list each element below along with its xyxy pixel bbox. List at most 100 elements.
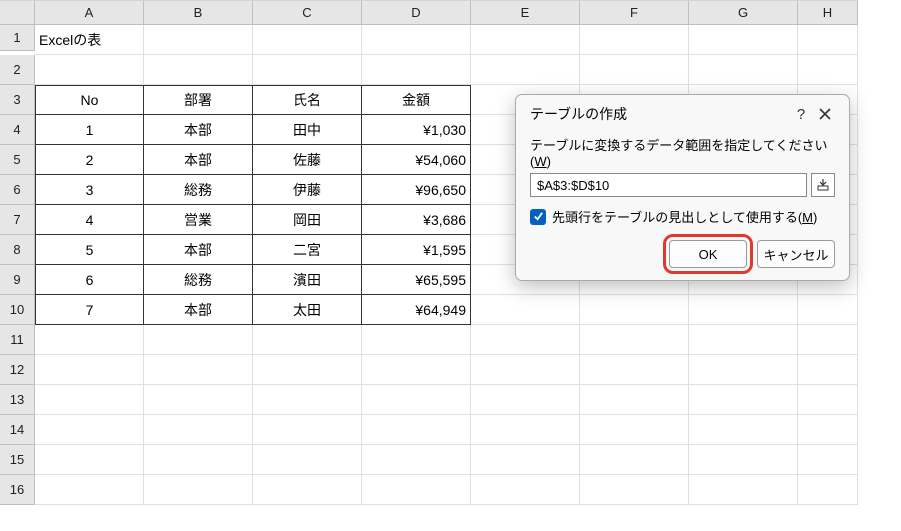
cell-C9[interactable]: 濱田 [253,265,362,295]
cell-C15[interactable] [253,445,362,475]
cell-G14[interactable] [689,415,798,445]
cell-C2[interactable] [253,55,362,85]
cell-B5[interactable]: 本部 [144,145,253,175]
cell-C5[interactable]: 佐藤 [253,145,362,175]
cell-C13[interactable] [253,385,362,415]
cell-C12[interactable] [253,355,362,385]
col-header-A[interactable]: A [35,1,144,25]
cell-B12[interactable] [144,355,253,385]
row-header-4[interactable]: 4 [0,115,35,145]
cell-F11[interactable] [580,325,689,355]
cell-F10[interactable] [580,295,689,325]
row-header-5[interactable]: 5 [0,145,35,175]
cell-C10[interactable]: 太田 [253,295,362,325]
range-input[interactable] [530,173,807,197]
row-header-9[interactable]: 9 [0,265,35,295]
cell-E11[interactable] [471,325,580,355]
cell-D14[interactable] [362,415,471,445]
cell-D5[interactable]: ¥54,060 [362,145,471,175]
row-header-14[interactable]: 14 [0,415,35,445]
cell-D3[interactable]: 金額 [362,85,471,115]
help-button[interactable]: ? [789,103,813,125]
cell-E15[interactable] [471,445,580,475]
cell-H12[interactable] [798,355,858,385]
col-header-E[interactable]: E [471,1,580,25]
select-all-corner[interactable] [0,1,35,25]
cell-A6[interactable]: 3 [35,175,144,205]
cell-G10[interactable] [689,295,798,325]
cell-F12[interactable] [580,355,689,385]
cell-A15[interactable] [35,445,144,475]
cell-A11[interactable] [35,325,144,355]
cell-D12[interactable] [362,355,471,385]
cell-D8[interactable]: ¥1,595 [362,235,471,265]
cell-A2[interactable] [35,55,144,85]
cell-D16[interactable] [362,475,471,505]
cell-C7[interactable]: 岡田 [253,205,362,235]
cell-B7[interactable]: 営業 [144,205,253,235]
cell-D10[interactable]: ¥64,949 [362,295,471,325]
cell-F15[interactable] [580,445,689,475]
row-header-10[interactable]: 10 [0,295,35,325]
cell-D7[interactable]: ¥3,686 [362,205,471,235]
cell-A14[interactable] [35,415,144,445]
cell-C8[interactable]: 二宮 [253,235,362,265]
cell-C3[interactable]: 氏名 [253,85,362,115]
cell-D15[interactable] [362,445,471,475]
cell-F14[interactable] [580,415,689,445]
cell-H1[interactable] [798,25,858,55]
cell-D4[interactable]: ¥1,030 [362,115,471,145]
cell-C1[interactable] [253,25,362,55]
row-header-13[interactable]: 13 [0,385,35,415]
header-checkbox[interactable] [530,209,546,225]
ok-button[interactable]: OK [669,240,747,268]
cell-E13[interactable] [471,385,580,415]
close-button[interactable] [813,103,837,125]
cell-E1[interactable] [471,25,580,55]
cell-D6[interactable]: ¥96,650 [362,175,471,205]
cell-D11[interactable] [362,325,471,355]
cell-H16[interactable] [798,475,858,505]
range-selector-button[interactable] [811,173,835,197]
row-header-1[interactable]: 1 [0,25,35,51]
col-header-F[interactable]: F [580,1,689,25]
cell-H11[interactable] [798,325,858,355]
cell-A1[interactable]: Excelの表 [35,25,144,55]
row-header-16[interactable]: 16 [0,475,35,505]
header-row-checkbox-row[interactable]: 先頭行をテーブルの見出しとして使用する(M) [530,207,835,226]
cell-A10[interactable]: 7 [35,295,144,325]
cell-G1[interactable] [689,25,798,55]
cell-A9[interactable]: 6 [35,265,144,295]
cancel-button[interactable]: キャンセル [757,240,835,268]
cell-B11[interactable] [144,325,253,355]
cell-D2[interactable] [362,55,471,85]
cell-A5[interactable]: 2 [35,145,144,175]
cell-H2[interactable] [798,55,858,85]
cell-B3[interactable]: 部署 [144,85,253,115]
cell-A12[interactable] [35,355,144,385]
cell-C14[interactable] [253,415,362,445]
col-header-B[interactable]: B [144,1,253,25]
cell-B1[interactable] [144,25,253,55]
cell-A16[interactable] [35,475,144,505]
cell-G11[interactable] [689,325,798,355]
cell-F13[interactable] [580,385,689,415]
cell-C16[interactable] [253,475,362,505]
cell-G2[interactable] [689,55,798,85]
row-header-6[interactable]: 6 [0,175,35,205]
col-header-C[interactable]: C [253,1,362,25]
cell-E2[interactable] [471,55,580,85]
cell-B4[interactable]: 本部 [144,115,253,145]
cell-E12[interactable] [471,355,580,385]
cell-D1[interactable] [362,25,471,55]
cell-D13[interactable] [362,385,471,415]
cell-E10[interactable] [471,295,580,325]
cell-F16[interactable] [580,475,689,505]
col-header-H[interactable]: H [798,1,858,25]
cell-G12[interactable] [689,355,798,385]
cell-D9[interactable]: ¥65,595 [362,265,471,295]
cell-B15[interactable] [144,445,253,475]
row-header-2[interactable]: 2 [0,55,35,85]
row-header-7[interactable]: 7 [0,205,35,235]
cell-F1[interactable] [580,25,689,55]
